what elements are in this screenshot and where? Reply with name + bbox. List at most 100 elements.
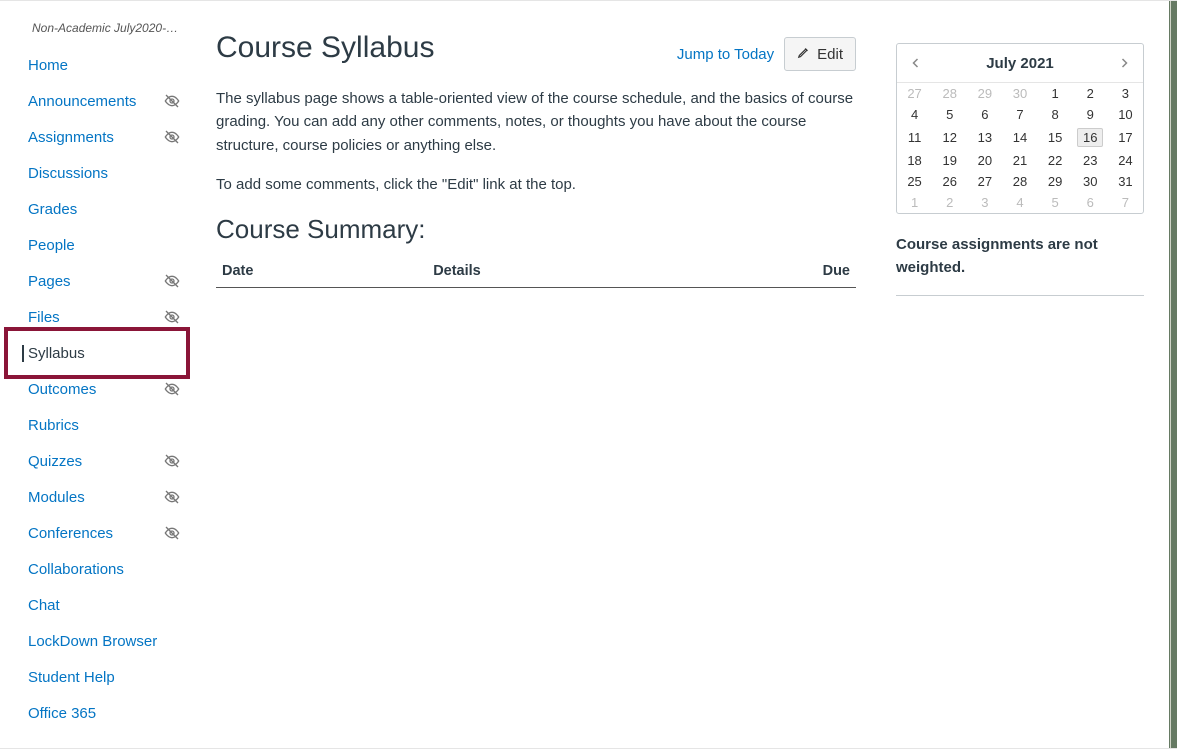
nav-item-modules[interactable]: Modules	[0, 479, 190, 515]
course-nav-sidebar: Non-Academic July2020-July… Home Announce…	[0, 1, 190, 748]
calendar-day[interactable]: 8	[1038, 104, 1073, 125]
calendar-day[interactable]: 14	[1002, 125, 1037, 150]
syllabus-intro-1: The syllabus page shows a table-oriented…	[216, 87, 856, 157]
scrollbar-track[interactable]	[1170, 1, 1177, 748]
nav-link[interactable]: Chat	[0, 597, 190, 614]
calendar-day[interactable]: 5	[932, 104, 967, 125]
nav-link[interactable]: Assignments	[0, 129, 164, 146]
nav-link[interactable]: Outcomes	[0, 381, 164, 398]
calendar-day[interactable]: 12	[932, 125, 967, 150]
breadcrumb[interactable]: Non-Academic July2020-July…	[0, 11, 190, 41]
calendar-day[interactable]: 15	[1038, 125, 1073, 150]
nav-link[interactable]: Office 365	[0, 705, 190, 722]
nav-link[interactable]: Pages	[0, 273, 164, 290]
edit-button-label: Edit	[817, 46, 843, 63]
calendar-day[interactable]: 21	[1002, 150, 1037, 171]
course-nav-list: Home Announcements Assignments Discussions G…	[0, 47, 190, 731]
calendar-day[interactable]: 29	[967, 83, 1002, 104]
jump-to-today-link[interactable]: Jump to Today	[677, 46, 774, 63]
nav-item-people[interactable]: People	[0, 227, 190, 263]
calendar-day[interactable]: 9	[1073, 104, 1108, 125]
calendar-day[interactable]: 24	[1108, 150, 1143, 171]
course-summary-heading: Course Summary:	[216, 214, 856, 245]
calendar-day[interactable]: 17	[1108, 125, 1143, 150]
edit-button[interactable]: Edit	[784, 37, 856, 71]
nav-link[interactable]: Collaborations	[0, 561, 190, 578]
calendar-day[interactable]: 27	[967, 171, 1002, 192]
syllabus-content: Course Syllabus Jump to Today Edit The s…	[216, 21, 896, 748]
calendar-day[interactable]: 3	[1108, 83, 1143, 104]
calendar-day[interactable]: 7	[1108, 192, 1143, 213]
nav-item-quizzes[interactable]: Quizzes	[0, 443, 190, 479]
nav-link[interactable]: Files	[0, 309, 164, 326]
course-summary-table: Date Details Due	[216, 255, 856, 288]
calendar-day[interactable]: 2	[1073, 83, 1108, 104]
nav-item-home[interactable]: Home	[0, 47, 190, 83]
calendar-day[interactable]: 30	[1073, 171, 1108, 192]
nav-link[interactable]: Rubrics	[0, 417, 190, 434]
calendar-day[interactable]: 13	[967, 125, 1002, 150]
nav-link[interactable]: Discussions	[0, 165, 190, 182]
nav-item-rubrics[interactable]: Rubrics	[0, 407, 190, 443]
col-details: Details	[427, 255, 779, 288]
nav-item-lockdown-browser[interactable]: LockDown Browser	[0, 623, 190, 659]
nav-item-chat[interactable]: Chat	[0, 587, 190, 623]
calendar-day[interactable]: 25	[897, 171, 932, 192]
calendar-day[interactable]: 7	[1002, 104, 1037, 125]
nav-item-grades[interactable]: Grades	[0, 191, 190, 227]
calendar-day[interactable]: 23	[1073, 150, 1108, 171]
right-sidebar: July 2021 272829301234567891011121314151…	[896, 21, 1144, 748]
calendar-day[interactable]: 10	[1108, 104, 1143, 125]
nav-link[interactable]: Modules	[0, 489, 164, 506]
calendar-day[interactable]: 1	[897, 192, 932, 213]
nav-item-assignments[interactable]: Assignments	[0, 119, 190, 155]
calendar-day[interactable]: 11	[897, 125, 932, 150]
calendar-day[interactable]: 5	[1038, 192, 1073, 213]
page-title: Course Syllabus	[216, 31, 434, 65]
nav-item-syllabus[interactable]: Syllabus	[0, 335, 190, 371]
nav-link[interactable]: People	[0, 237, 190, 254]
nav-link[interactable]: Conferences	[0, 525, 164, 542]
nav-link[interactable]: Home	[0, 57, 190, 74]
calendar-day[interactable]: 3	[967, 192, 1002, 213]
nav-item-announcements[interactable]: Announcements	[0, 83, 190, 119]
calendar-day[interactable]: 30	[1002, 83, 1037, 104]
nav-link[interactable]: Grades	[0, 201, 190, 218]
calendar-prev-button[interactable]	[907, 54, 925, 72]
calendar-next-button[interactable]	[1115, 54, 1133, 72]
nav-item-pages[interactable]: Pages	[0, 263, 190, 299]
nav-item-student-help[interactable]: Student Help	[0, 659, 190, 695]
calendar-day[interactable]: 29	[1038, 171, 1073, 192]
hidden-eye-icon	[164, 129, 180, 145]
col-due: Due	[779, 255, 856, 288]
nav-link[interactable]: LockDown Browser	[0, 633, 190, 650]
calendar-day[interactable]: 19	[932, 150, 967, 171]
mini-calendar: July 2021 272829301234567891011121314151…	[896, 43, 1144, 214]
calendar-day[interactable]: 31	[1108, 171, 1143, 192]
calendar-day[interactable]: 4	[1002, 192, 1037, 213]
hidden-eye-icon	[164, 273, 180, 289]
calendar-day[interactable]: 2	[932, 192, 967, 213]
nav-item-conferences[interactable]: Conferences	[0, 515, 190, 551]
calendar-day[interactable]: 1	[1038, 83, 1073, 104]
calendar-day[interactable]: 26	[932, 171, 967, 192]
nav-item-discussions[interactable]: Discussions	[0, 155, 190, 191]
hidden-eye-icon	[164, 489, 180, 505]
calendar-day[interactable]: 28	[1002, 171, 1037, 192]
active-nav-highlight	[4, 327, 190, 379]
nav-item-office-365[interactable]: Office 365	[0, 695, 190, 731]
calendar-day[interactable]: 28	[932, 83, 967, 104]
calendar-day[interactable]: 20	[967, 150, 1002, 171]
calendar-day[interactable]: 6	[967, 104, 1002, 125]
calendar-day[interactable]: 22	[1038, 150, 1073, 171]
nav-link[interactable]: Announcements	[0, 93, 164, 110]
nav-link[interactable]: Student Help	[0, 669, 190, 686]
nav-item-collaborations[interactable]: Collaborations	[0, 551, 190, 587]
nav-link[interactable]: Quizzes	[0, 453, 164, 470]
calendar-day[interactable]: 16	[1073, 125, 1108, 150]
calendar-day[interactable]: 18	[897, 150, 932, 171]
hidden-eye-icon	[164, 309, 180, 325]
calendar-day[interactable]: 6	[1073, 192, 1108, 213]
calendar-day[interactable]: 4	[897, 104, 932, 125]
calendar-day[interactable]: 27	[897, 83, 932, 104]
